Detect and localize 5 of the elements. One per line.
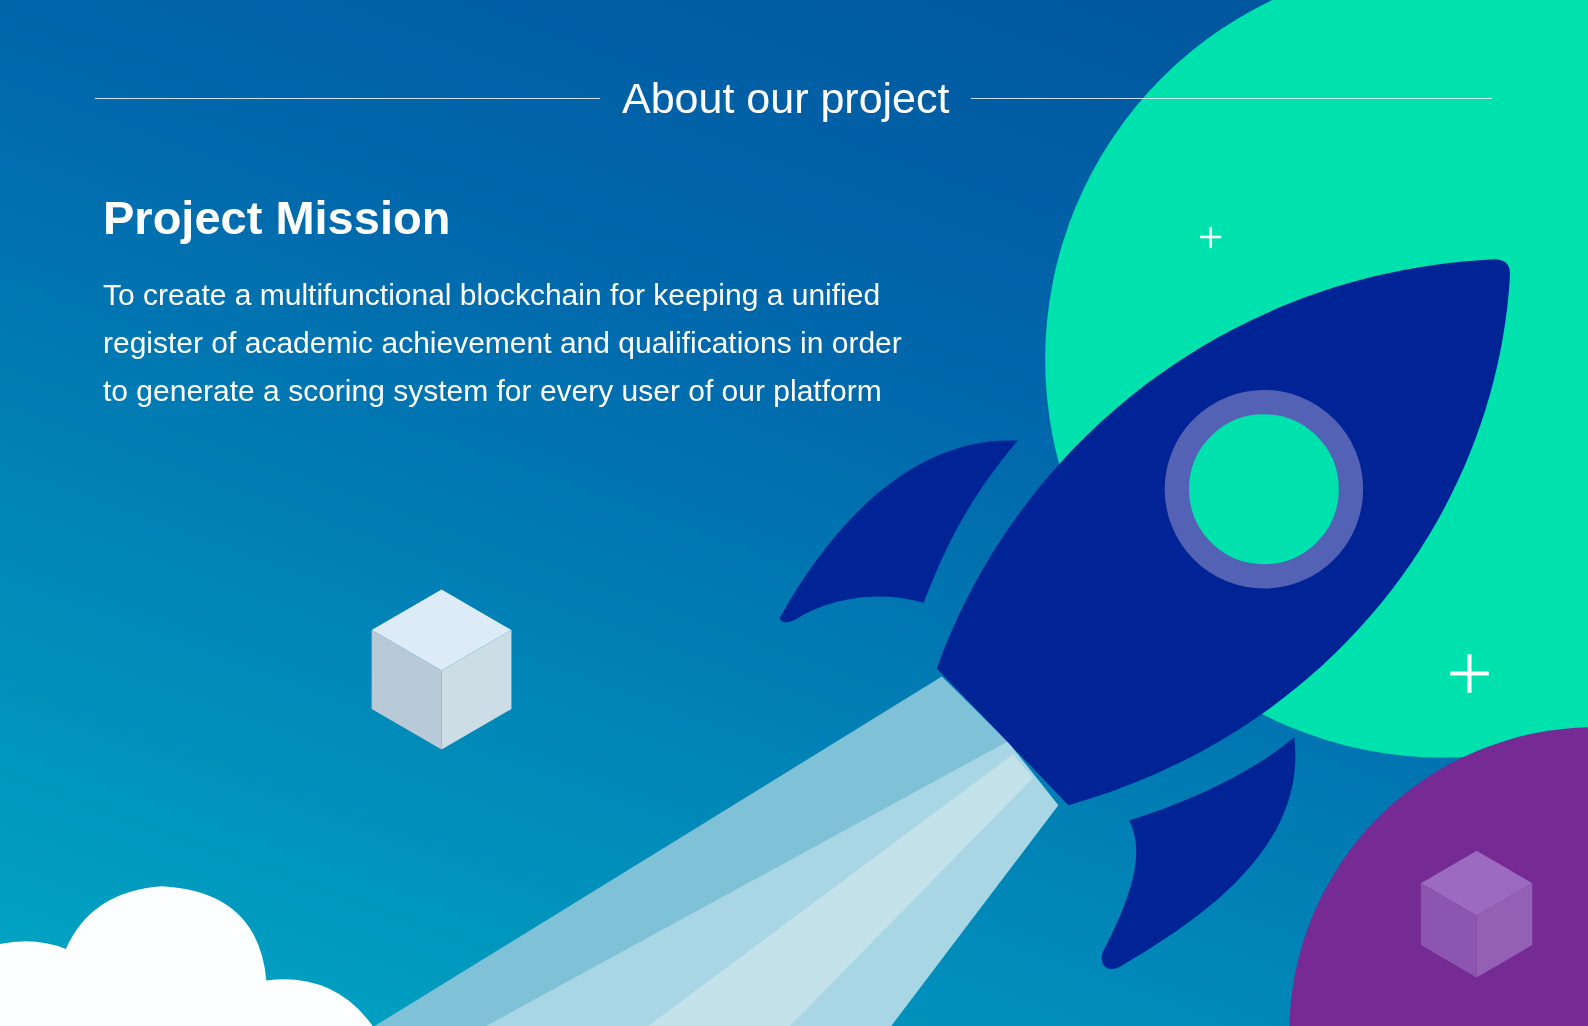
heading: Project Mission <box>103 189 451 246</box>
section-title: About our project <box>622 73 950 124</box>
mission-paragraph: To create a multifunctional blockchain for keeping a unified register of academic achievement and qualifications in order to generate a scoring system for every user of our platform <box>103 277 903 409</box>
plus-icon <box>1450 654 1489 693</box>
plus-icon <box>1200 226 1222 249</box>
